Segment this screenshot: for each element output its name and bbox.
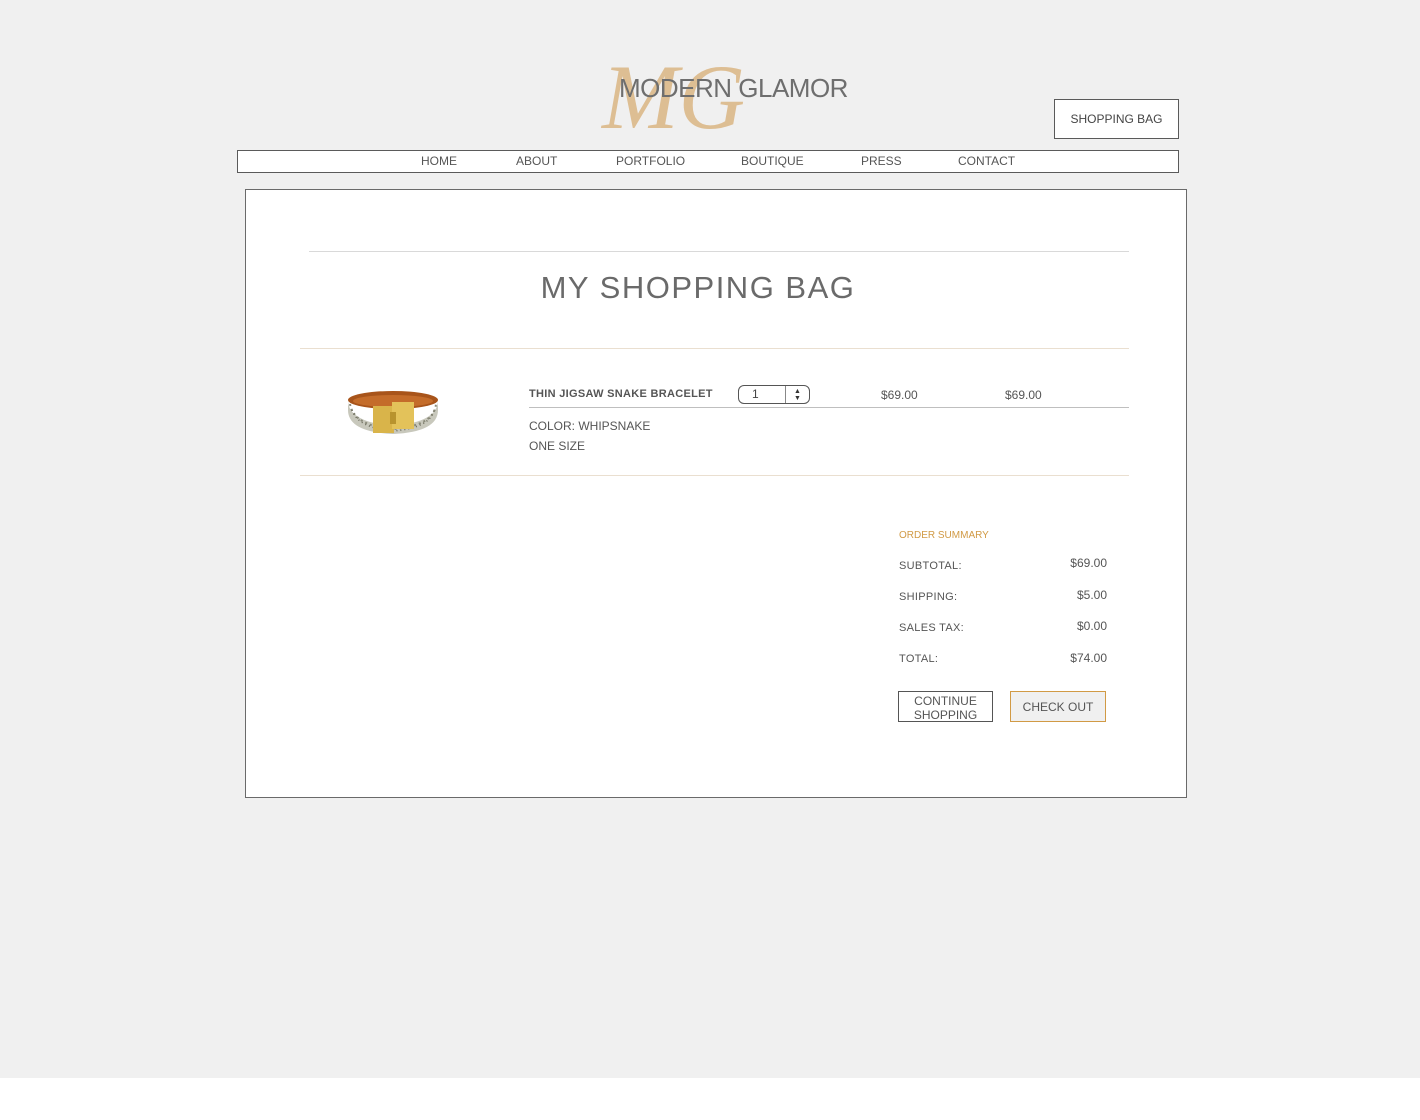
continue-label-line1: CONTINUE (914, 694, 977, 708)
continue-label-line2: SHOPPING (913, 708, 978, 722)
items-bottom-divider (300, 475, 1129, 476)
items-top-divider (300, 348, 1129, 349)
checkout-button[interactable]: CHECK OUT (1010, 691, 1106, 722)
nav-item-portfolio[interactable]: PORTFOLIO (616, 154, 685, 168)
page-background: MG MODERN GLAMOR SHOPPING BAG HOME ABOUT… (0, 0, 1420, 1078)
sales-tax-value: $0.00 (1076, 619, 1107, 633)
shopping-bag-panel: MY SHOPPING BAG THIN JIGSAW SNAKE BRACEL… (245, 189, 1187, 798)
continue-shopping-button[interactable]: CONTINUE SHOPPING (898, 691, 993, 722)
bracelet-image[interactable] (346, 388, 441, 438)
quantity-stepper[interactable]: 1 ▲ ▼ (738, 385, 810, 404)
increment-icon[interactable]: ▲ (794, 388, 801, 395)
item-size: ONE SIZE (529, 439, 586, 453)
total-value: $74.00 (1070, 651, 1107, 665)
nav-item-press[interactable]: PRESS (861, 154, 902, 168)
total-label: TOTAL: (899, 653, 939, 665)
shipping-label: SHIPPING: (899, 591, 958, 603)
item-unit-price: $69.00 (881, 388, 918, 402)
decrement-icon[interactable]: ▼ (794, 395, 801, 402)
order-summary-heading: ORDER SUMMARY (899, 530, 989, 541)
brand-name: MODERN GLAMOR (619, 73, 848, 103)
brand-logo[interactable]: MG MODERN GLAMOR (600, 38, 848, 138)
nav-item-contact[interactable]: CONTACT (958, 154, 1015, 168)
item-total-price: $69.00 (1005, 388, 1042, 402)
subtotal-label: SUBTOTAL: (899, 560, 962, 572)
main-nav: HOME ABOUT PORTFOLIO BOUTIQUE PRESS CONT… (237, 150, 1179, 173)
quantity-value: 1 (752, 387, 759, 401)
nav-item-home[interactable]: HOME (421, 154, 457, 168)
nav-item-boutique[interactable]: BOUTIQUE (741, 154, 804, 168)
nav-item-about[interactable]: ABOUT (516, 154, 557, 168)
shopping-bag-button[interactable]: SHOPPING BAG (1054, 99, 1179, 139)
subtotal-value: $69.00 (1070, 556, 1107, 570)
title-top-divider (309, 251, 1129, 252)
item-color: COLOR: WHIPSNAKE (529, 419, 651, 433)
sales-tax-label: SALES TAX: (899, 622, 964, 634)
item-name[interactable]: THIN JIGSAW SNAKE BRACELET (529, 388, 713, 400)
item-divider (529, 407, 1129, 408)
shipping-value: $5.00 (1076, 588, 1107, 602)
page-title: MY SHOPPING BAG (540, 270, 856, 305)
quantity-arrows[interactable]: ▲ ▼ (785, 386, 810, 403)
